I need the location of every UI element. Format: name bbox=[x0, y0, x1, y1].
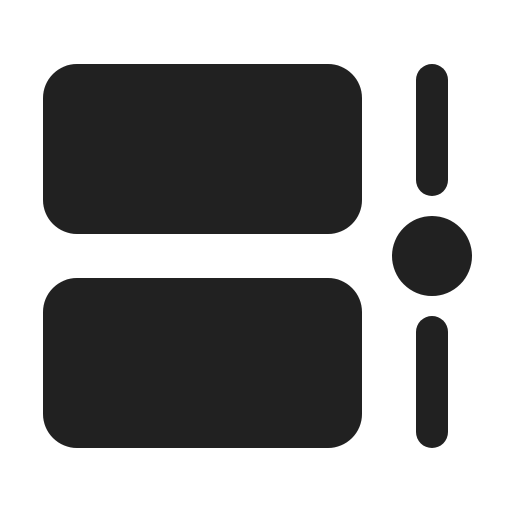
slider-track-upper bbox=[416, 64, 448, 196]
icon-canvas bbox=[0, 0, 512, 512]
list-with-vertical-slider-icon bbox=[43, 64, 480, 448]
slider-track-lower bbox=[416, 316, 448, 448]
bottom-panel-block bbox=[43, 278, 362, 448]
slider-thumb-fill bbox=[392, 216, 472, 296]
top-panel-block bbox=[43, 64, 362, 234]
